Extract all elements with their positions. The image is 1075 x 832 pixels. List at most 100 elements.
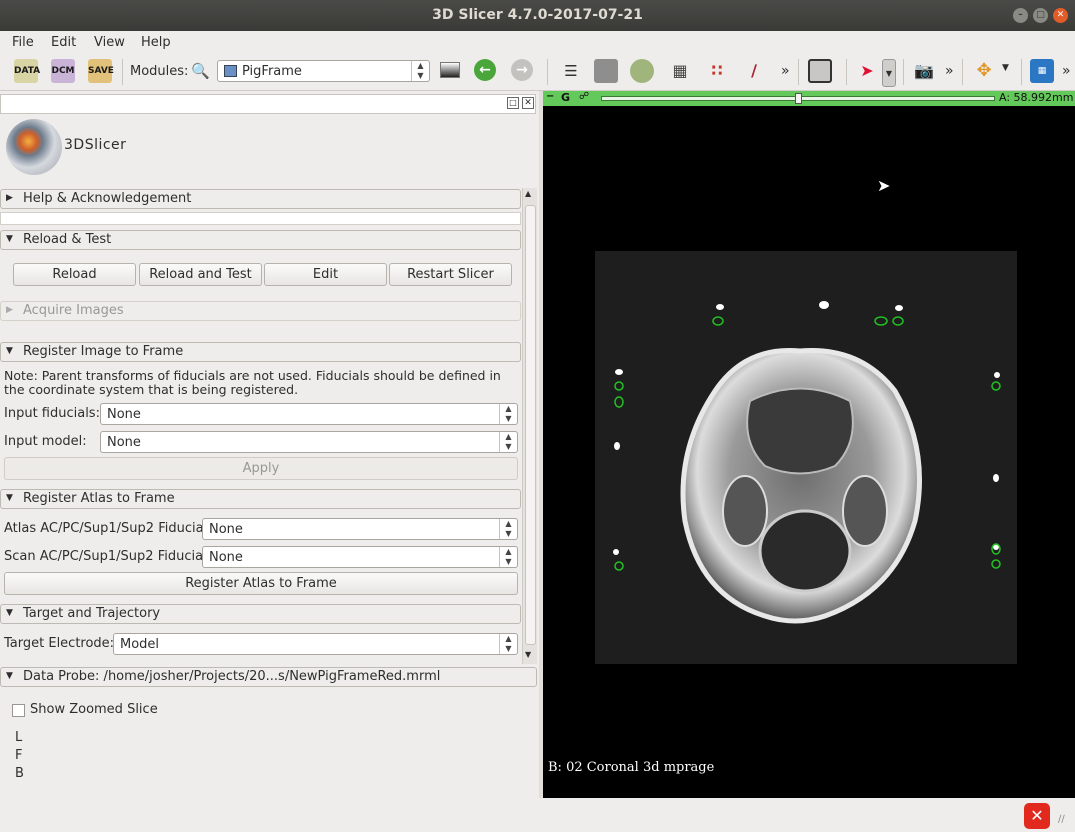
overflow-chevron-icon[interactable]: » — [781, 63, 790, 79]
collapse-arrow-icon: ▼ — [6, 346, 13, 356]
collapse-arrow-icon: ▼ — [6, 671, 13, 681]
apply-button[interactable]: Apply — [4, 457, 518, 480]
target-electrode-select[interactable]: Model ▲ ▼ — [113, 633, 518, 655]
slice-offset-readout: A: 58.992mm — [999, 91, 1074, 104]
section-help[interactable]: ▶ Help & Acknowledgement — [0, 189, 521, 209]
error-log-icon[interactable]: ✕ — [1024, 803, 1050, 829]
input-model-select[interactable]: None ▲ ▼ — [100, 431, 518, 453]
module-panel: □ ✕ 3DSlicer ▲ ▼ ▶ Help & Acknowledgemen… — [0, 91, 539, 832]
menu-edit[interactable]: Edit — [51, 35, 76, 50]
slice-view[interactable]: B: 02 Coronal 3d mprage ➤ — [543, 91, 1075, 798]
menu-view[interactable]: View — [94, 35, 125, 50]
pin-icon[interactable]: − — [546, 91, 554, 102]
menu-file[interactable]: File — [12, 35, 34, 50]
modules-label: Modules: — [130, 64, 189, 79]
section-reload-test[interactable]: ▼ Reload & Test — [0, 230, 521, 250]
probe-line-f: F — [15, 748, 23, 763]
section-register-atlas[interactable]: ▼ Register Atlas to Frame — [0, 489, 521, 509]
scroll-down-icon[interactable]: ▼ — [525, 650, 531, 659]
slider-thumb[interactable] — [794, 93, 802, 104]
expand-arrow-icon: ▶ — [6, 193, 13, 203]
restart-slicer-button[interactable]: Restart Slicer — [389, 263, 512, 286]
chevron-updown-icon: ▲ ▼ — [499, 519, 517, 539]
float-icon[interactable]: □ — [507, 97, 519, 109]
scan-fiducials-select[interactable]: None ▲ ▼ — [202, 546, 518, 568]
module-selected: PigFrame — [242, 64, 302, 79]
logo-text: 3DSlicer — [64, 137, 127, 153]
scrollbar-thumb[interactable] — [525, 205, 536, 645]
mri-image — [595, 251, 1017, 664]
help-spacer — [0, 212, 521, 225]
input-model-label: Input model: — [4, 434, 87, 449]
back-arrow-icon[interactable]: ← — [474, 59, 496, 81]
section-data-probe[interactable]: ▼ Data Probe: /home/josher/Projects/20..… — [0, 667, 537, 687]
window-level-icon[interactable] — [440, 62, 460, 78]
target-electrode-label: Target Electrode: — [4, 636, 115, 651]
resize-grip-icon[interactable]: ∕∕ — [1058, 814, 1065, 825]
volume-render-icon[interactable] — [630, 59, 654, 83]
atlas-fiducials-select[interactable]: None ▲ ▼ — [202, 518, 518, 540]
status-bar: ✕ ∕∕ — [0, 798, 1075, 832]
minimize-icon[interactable]: – — [1013, 8, 1028, 23]
scroll-up-icon[interactable]: ▲ — [525, 189, 531, 198]
section-acquire-images[interactable]: ▶ Acquire Images — [0, 301, 521, 321]
close-window-icon[interactable]: ✕ — [1053, 8, 1068, 23]
dicom-icon[interactable]: DCM — [51, 59, 75, 83]
atlas-fiducials-label: Atlas AC/PC/Sup1/Sup2 Fiducials — [4, 521, 214, 536]
main-toolbar: DATA DCM SAVE Modules: 🔍 PigFrame ▲ ▼ ← →… — [0, 53, 1075, 91]
section-target-trajectory[interactable]: ▼ Target and Trajectory — [0, 604, 521, 624]
panel-header-bar: □ ✕ — [0, 94, 536, 114]
maximize-icon[interactable]: □ — [1033, 8, 1048, 23]
module-search-icon[interactable]: 🔍 — [191, 62, 210, 80]
input-fiducials-select[interactable]: None ▲ ▼ — [100, 403, 518, 425]
probe-line-b: B — [15, 766, 24, 781]
reload-and-test-button[interactable]: Reload and Test — [139, 263, 262, 286]
expand-arrow-icon: ▶ — [6, 305, 13, 315]
slice-offset-slider[interactable] — [601, 93, 995, 104]
section-register-image[interactable]: ▼ Register Image to Frame — [0, 342, 521, 362]
overflow-chevron-icon-2[interactable]: » — [945, 63, 954, 79]
module-selector[interactable]: PigFrame ▲ ▼ — [217, 60, 430, 82]
slicer-logo-icon — [6, 119, 62, 175]
slice-bottom-label: B: 02 Coronal 3d mprage — [548, 760, 715, 775]
ruler-icon[interactable]: ∕ — [742, 59, 766, 83]
reload-button[interactable]: Reload — [13, 263, 136, 286]
layout-tree-icon[interactable]: ☰ — [559, 59, 583, 83]
menu-help[interactable]: Help — [141, 35, 171, 50]
show-zoomed-label: Show Zoomed Slice — [30, 702, 158, 717]
mri-slice-svg — [613, 301, 1001, 624]
chevron-updown-icon: ▲ ▼ — [499, 634, 517, 654]
mouse-mode-icon[interactable]: ➤ — [855, 59, 879, 83]
extension-manager-icon[interactable]: ▦ — [1030, 59, 1054, 83]
collapse-arrow-icon: ▼ — [6, 234, 13, 244]
register-atlas-button[interactable]: Register Atlas to Frame — [4, 572, 518, 595]
mouse-mode-dropdown[interactable]: ▼ — [882, 59, 896, 87]
save-icon[interactable]: SAVE — [88, 59, 114, 83]
chevron-updown-icon: ▲ ▼ — [499, 432, 517, 452]
cube-view-icon[interactable] — [594, 59, 618, 83]
link-icon[interactable]: ☍ — [579, 91, 589, 102]
forward-arrow-icon[interactable]: → — [511, 59, 533, 81]
probe-line-l: L — [15, 730, 23, 745]
close-panel-icon[interactable]: ✕ — [522, 97, 534, 109]
crosshair-dropdown-icon[interactable]: ▼ — [1002, 63, 1009, 73]
crosshair-icon[interactable]: ✥ — [972, 59, 996, 83]
markups-icon[interactable]: ∷ — [705, 59, 729, 83]
scan-fiducials-label: Scan AC/PC/Sup1/Sup2 Fiducials — [4, 549, 214, 564]
mouse-cursor-icon: ➤ — [877, 176, 891, 195]
menubar: File Edit View Help — [0, 31, 1075, 53]
edit-button[interactable]: Edit — [264, 263, 387, 286]
parent-transform-note: Note: Parent transforms of fiducials are… — [4, 368, 501, 397]
show-zoomed-checkbox[interactable] — [12, 704, 25, 717]
grid-icon[interactable]: ▦ — [668, 59, 692, 83]
module-scrollbar[interactable]: ▲ ▼ — [522, 188, 537, 664]
layout-icon[interactable] — [808, 59, 832, 83]
input-fiducials-label: Input fiducials: — [4, 406, 100, 421]
overflow-chevron-icon-3[interactable]: » — [1062, 63, 1071, 79]
window-title: 3D Slicer 4.7.0-2017-07-21 — [432, 7, 643, 23]
screenshot-icon[interactable]: 📷 — [912, 59, 936, 83]
load-data-icon[interactable]: DATA — [14, 59, 40, 83]
module-icon — [224, 65, 237, 77]
chevron-updown-icon: ▲ ▼ — [499, 404, 517, 424]
collapse-arrow-icon: ▼ — [6, 608, 13, 618]
